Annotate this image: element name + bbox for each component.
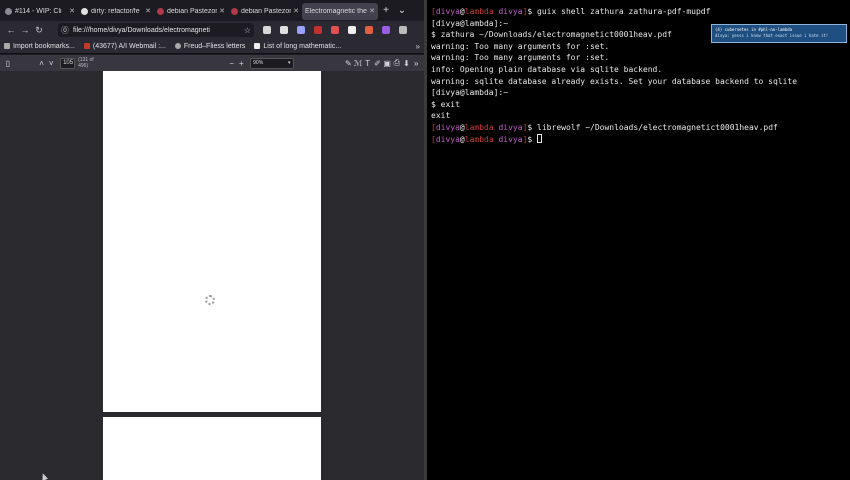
terminal-line: [divya@lambda divya]$ [431,133,850,146]
sidebar-toggle-icon[interactable]: ▯ [3,59,13,68]
close-icon[interactable]: ✕ [369,7,375,15]
draw-icon[interactable]: ✐ [373,59,383,68]
tab-label: debian Pastezone [167,7,217,15]
close-icon[interactable]: ✕ [293,7,299,15]
page-count: (131 of 496) [78,57,94,69]
pdf-toolbar: ▯ ˄ ˅ 105 (131 of 496) − + 90% ▾ ✎ ℳ T ✐ … [0,55,424,71]
extension-icon[interactable] [331,26,339,34]
tab-wip-cli[interactable]: #114 - WIP: Cli ✕ [2,3,78,20]
tab-debian-pastezone-2[interactable]: debian Pastezone ✕ [228,3,302,20]
extension-icon[interactable] [348,26,356,34]
text-tool-icon[interactable]: T [363,59,373,68]
tab-debian-pastezone[interactable]: debian Pastezone ✕ [154,3,228,20]
bookmarks-overflow-button[interactable]: » [416,42,420,51]
extension-icon[interactable] [365,26,373,34]
notification-popup[interactable]: (4) cubernetes in #phl-no-lambda divya: … [711,24,847,43]
tab-label: dirty: refactor/fe [91,7,140,15]
navigation-bar: ← → ↻ ⓪ file:///home/divya/Downloads/ele… [0,21,424,39]
highlight-icon[interactable]: ℳ [353,59,363,68]
bookmark-icon [4,43,10,49]
page-number-input[interactable]: 105 [60,57,76,69]
tab-bar: #114 - WIP: Cli ✕ dirty: refactor/fe ✕ d… [0,0,424,21]
terminal-line: [divya@lambda]:~ [431,88,509,98]
zoom-out-button[interactable]: − [227,59,237,68]
tab-favicon-icon [5,7,12,15]
tab-label: #114 - WIP: Cli [15,7,62,15]
bookmark-item[interactable]: (43677) A/I Webmail :... [83,42,166,50]
bookmark-label: List of long mathematic... [263,42,342,50]
tab-favicon-icon [231,7,238,15]
site-info-icon[interactable]: ⓪ [61,25,69,36]
bookmark-icon [254,43,261,49]
bookmark-label: (43677) A/I Webmail :... [92,42,166,50]
zoom-value: 90% [253,60,264,66]
image-icon[interactable]: ▣ [382,59,392,68]
terminal-window[interactable]: [divya@lambda divya]$ guix shell zathura… [427,0,850,480]
next-page-button[interactable]: ˅ [46,59,56,68]
tab-favicon-icon [81,7,88,15]
bookmark-item[interactable]: Import bookmarks... [4,43,75,50]
menu-icon[interactable] [399,26,407,34]
terminal-line: [divya@lambda divya]$ guix shell zathura… [431,7,711,16]
extension-icon[interactable] [382,26,390,34]
back-button[interactable]: ← [4,25,18,35]
tab-favicon-icon [157,7,164,15]
edit-text-icon[interactable]: ✎ [344,59,354,68]
terminal-line: warning: Too many arguments for :set. [431,53,610,63]
zoom-select[interactable]: 90% ▾ [250,57,294,69]
close-icon[interactable]: ✕ [219,7,225,15]
extension-icon[interactable] [280,26,288,34]
print-icon[interactable]: ⎙ [392,58,402,68]
bookmark-icon [83,43,90,49]
tab-dirty-refactor[interactable]: dirty: refactor/fe ✕ [78,3,154,20]
loading-spinner-icon [205,295,215,305]
tools-overflow-icon[interactable]: » [411,59,421,68]
extension-icon[interactable] [314,26,322,34]
save-icon[interactable]: ⬇ [402,59,412,68]
tab-list-button[interactable]: ⌄ [394,5,410,16]
bookmark-icon [174,43,181,49]
chevron-down-icon: ▾ [288,60,291,66]
pdf-page [103,417,321,480]
bookmark-label: Import bookmarks... [13,42,75,50]
download-icon[interactable] [263,26,271,34]
pdf-page [103,71,321,412]
bookmark-label: Freud–Fliess letters [183,42,246,50]
terminal-line: [divya@lambda divya]$ librewolf ~/Downlo… [431,122,778,132]
bookmark-star-icon[interactable]: ☆ [244,26,251,35]
terminal-line: info: Opening plain database via sqlite … [431,64,663,74]
bookmark-item[interactable]: List of long mathematic... [254,43,341,50]
extension-icon[interactable] [297,26,305,34]
close-icon[interactable]: ✕ [69,7,75,15]
tab-label: debian Pastezone [241,7,291,15]
browser-window: #114 - WIP: Cli ✕ dirty: refactor/fe ✕ d… [0,0,424,480]
terminal-line: warning: sqlite database already exists.… [431,76,798,86]
previous-page-button[interactable]: ˄ [37,59,47,68]
mouse-pointer-icon [39,472,49,480]
bookmarks-toolbar: Import bookmarks... (43677) A/I Webmail … [0,39,424,54]
zoom-in-button[interactable]: + [236,59,246,68]
tab-electromagnetic[interactable]: Electromagnetic the ✕ [302,2,378,20]
forward-button[interactable]: → [18,25,32,35]
url-text: file:///home/divya/Downloads/electromagn… [73,26,210,34]
close-icon[interactable]: ✕ [145,7,151,15]
terminal-line: $ exit [431,99,460,109]
new-tab-button[interactable]: + [378,5,394,16]
reload-button[interactable]: ↻ [32,25,46,36]
pdf-viewer[interactable] [0,71,424,480]
bookmark-item[interactable]: Freud–Fliess letters [174,42,246,50]
url-bar[interactable]: ⓪ file:///home/divya/Downloads/electroma… [58,23,254,37]
tab-label: Electromagnetic the [305,7,367,15]
terminal-line: exit [431,111,451,121]
notification-body: divya: yesss i know that exact issue i h… [715,33,829,38]
terminal-cursor [537,133,543,143]
